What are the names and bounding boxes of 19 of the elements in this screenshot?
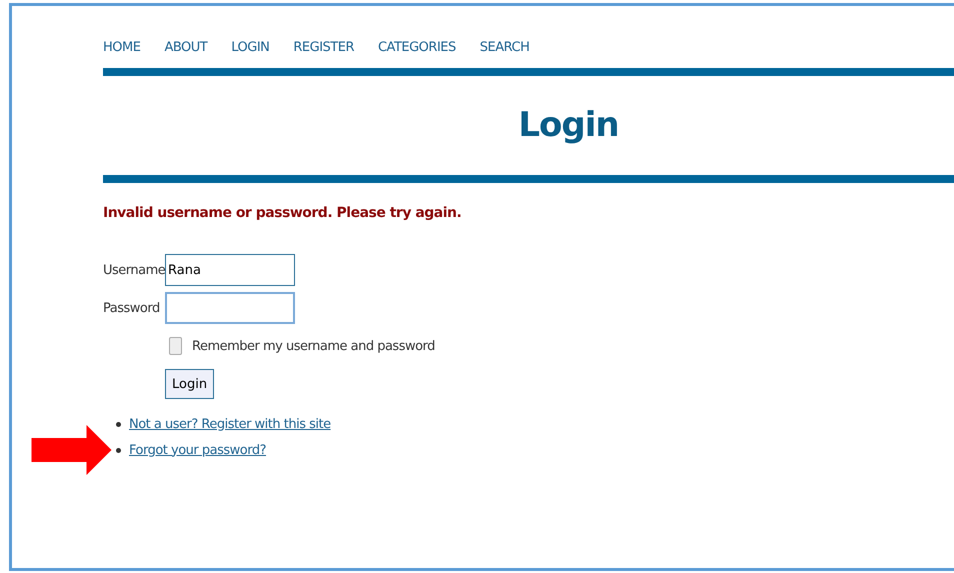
password-label: Password [103,300,161,316]
remember-label: Remember my username and password [192,338,435,354]
nav-link[interactable]: REGISTER [293,40,354,68]
nav-link[interactable]: CATEGORIES [378,40,456,68]
nav-link[interactable]: HOME [103,40,140,68]
link[interactable]: Forgot your password? [129,442,266,458]
remember-checkbox[interactable] [169,337,182,355]
link[interactable]: Not a user? Register with this site [129,416,331,432]
nav-link[interactable]: LOGIN [231,40,270,68]
page-title: Login [517,104,620,147]
username-field[interactable]: Rana [165,254,295,286]
nav-link[interactable]: ABOUT [164,40,208,68]
bullet-icon [116,448,121,452]
password-field[interactable] [165,292,295,324]
error-message: Invalid username or password. Please try again. [103,205,462,221]
nav-link[interactable]: SEARCH [480,40,530,68]
bullet-icon [116,422,121,426]
login-button[interactable]: Login [165,369,214,399]
username-label: Username [103,262,165,278]
